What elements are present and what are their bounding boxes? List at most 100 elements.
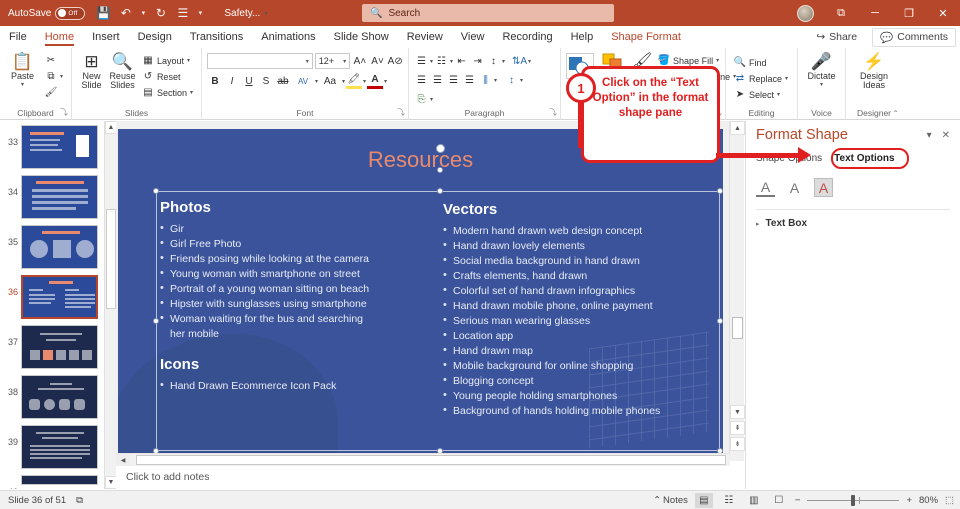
- scroll-down-icon[interactable]: ▼: [105, 476, 116, 489]
- copy-button[interactable]: ⧉ ▾: [42, 69, 66, 84]
- thumbnail-slide-33[interactable]: 33: [0, 121, 116, 171]
- layout-button[interactable]: ▦ Layout ▾: [139, 53, 196, 68]
- zoom-out-button[interactable]: −: [795, 495, 801, 506]
- chevron-down-icon[interactable]: ▾: [716, 57, 719, 64]
- ribbon-display-options-icon[interactable]: ⧉: [824, 0, 858, 26]
- section-button[interactable]: ▤ Section ▾: [139, 85, 196, 100]
- reset-button[interactable]: ↺ Reset: [139, 69, 196, 84]
- next-slide-icon[interactable]: ⇟: [730, 437, 745, 451]
- chevron-down-icon[interactable]: ▾: [342, 78, 345, 85]
- thumbnail-slide-36[interactable]: 36: [0, 271, 116, 321]
- align-center-button[interactable]: ☰: [430, 73, 445, 88]
- chevron-down-icon[interactable]: ▾: [494, 77, 497, 84]
- zoom-slider[interactable]: [807, 494, 900, 506]
- shrink-font-button[interactable]: A˅: [370, 53, 386, 69]
- character-spacing-button[interactable]: AV: [292, 73, 314, 89]
- pane-options-icon[interactable]: ▾: [927, 130, 932, 141]
- thumbnail-slide-34[interactable]: 34: [0, 171, 116, 221]
- undo-dropdown-icon[interactable]: ▾: [137, 3, 149, 24]
- chevron-down-icon[interactable]: ▾: [430, 96, 433, 103]
- thumbnail-slide-40[interactable]: 40: [0, 471, 116, 489]
- line-spacing-button[interactable]: ↕: [486, 54, 501, 69]
- strikethrough-button[interactable]: ab: [275, 73, 291, 89]
- view-slide-sorter-button[interactable]: ☷: [720, 493, 738, 508]
- bold-button[interactable]: B: [207, 73, 223, 89]
- slide-scrollbar-thumb[interactable]: [732, 317, 743, 339]
- slide-edit-area[interactable]: Resources Photos Gir Girl Free Photo Fri…: [116, 121, 745, 461]
- maximize-icon[interactable]: ❐: [892, 0, 926, 26]
- thumbnail-slide-39[interactable]: 39: [0, 421, 116, 471]
- view-slideshow-button[interactable]: ☐: [770, 493, 788, 508]
- view-normal-button[interactable]: ▤: [694, 492, 713, 508]
- convert-to-smartart-button[interactable]: ⎘: [414, 92, 429, 107]
- align-text-button[interactable]: ↕: [504, 73, 519, 88]
- font-color-button[interactable]: A: [367, 73, 384, 89]
- tab-animations[interactable]: Animations: [252, 29, 324, 45]
- redo-icon[interactable]: ↻: [150, 3, 171, 24]
- search-input[interactable]: 🔍 Search: [362, 4, 614, 22]
- slide-thumbnail-pane[interactable]: 33 34 35 36 37 38 39 ▲ ▼: [0, 121, 116, 489]
- horizontal-scrollbar-thumb[interactable]: [136, 455, 726, 465]
- font-size-input[interactable]: 12+ ▾: [314, 53, 351, 69]
- slide-left-column[interactable]: Photos Gir Girl Free Photo Friends posin…: [160, 199, 450, 394]
- scroll-up-icon[interactable]: ▲: [730, 121, 745, 135]
- expand-icon[interactable]: ▸: [756, 220, 760, 228]
- autosave-toggle[interactable]: Off: [55, 6, 86, 20]
- scroll-up-icon[interactable]: ▲: [105, 121, 116, 134]
- chevron-down-icon[interactable]: ▾: [187, 57, 190, 64]
- tab-home[interactable]: Home: [36, 29, 83, 46]
- chevron-down-icon[interactable]: ▾: [306, 58, 309, 65]
- section-text-box[interactable]: ▸ Text Box: [756, 218, 950, 229]
- accessibility-icon[interactable]: ⧉: [76, 495, 83, 506]
- chevron-down-icon[interactable]: ▾: [264, 10, 267, 17]
- paste-button[interactable]: 📋 Paste ▾: [5, 51, 40, 89]
- text-highlight-button[interactable]: 🖍: [346, 73, 363, 89]
- slide-vertical-scrollbar[interactable]: ▲ ▼ ⇞ ⇟: [729, 121, 745, 461]
- chevron-down-icon[interactable]: ▾: [520, 77, 523, 84]
- align-left-button[interactable]: ☰: [414, 73, 429, 88]
- selection-handle-top-center[interactable]: [437, 188, 443, 194]
- align-right-button[interactable]: ☰: [446, 73, 461, 88]
- bullets-button[interactable]: ☰: [414, 54, 429, 69]
- numbering-button[interactable]: ☷: [434, 54, 449, 69]
- fit-to-window-button[interactable]: ⬚: [945, 495, 954, 506]
- text-effects-icon[interactable]: A: [785, 178, 804, 197]
- slide-canvas[interactable]: Resources Photos Gir Girl Free Photo Fri…: [118, 129, 723, 454]
- tab-insert[interactable]: Insert: [83, 29, 129, 45]
- start-presentation-icon[interactable]: ☰: [172, 3, 193, 24]
- clipboard-dialog-launcher-icon[interactable]: ⤵: [60, 107, 68, 118]
- thumbnail-scrollbar[interactable]: ▲ ▼: [104, 121, 116, 489]
- selection-handle-top-right[interactable]: [717, 188, 723, 194]
- chevron-down-icon[interactable]: ▾: [430, 58, 433, 65]
- increase-indent-button[interactable]: ⇥: [470, 54, 485, 69]
- text-fill-outline-icon[interactable]: A: [756, 178, 775, 197]
- zoom-in-button[interactable]: +: [906, 495, 912, 506]
- reuse-slides-button[interactable]: 🔍 Reuse Slides: [108, 51, 137, 91]
- replace-button[interactable]: ⇄ Replace ▾: [731, 71, 792, 86]
- chevron-down-icon[interactable]: ▾: [343, 58, 346, 65]
- tab-file[interactable]: File: [0, 29, 36, 45]
- selection-handle-top-left[interactable]: [153, 188, 159, 194]
- dictate-button[interactable]: 🎤 Dictate ▾: [803, 51, 840, 89]
- comments-button[interactable]: 💬 Comments: [872, 27, 956, 47]
- document-name[interactable]: Safety... ▾: [224, 8, 267, 19]
- textbox-layout-icon[interactable]: A: [814, 178, 833, 197]
- tab-transitions[interactable]: Transitions: [181, 29, 252, 45]
- cut-button[interactable]: ✂: [42, 53, 66, 68]
- previous-slide-icon[interactable]: ⇞: [730, 421, 745, 435]
- tab-shape-format[interactable]: Shape Format: [602, 29, 690, 45]
- customize-qat-icon[interactable]: ▾: [194, 3, 206, 24]
- format-painter-button[interactable]: 🖌: [42, 85, 66, 100]
- save-icon[interactable]: 💾: [93, 3, 114, 24]
- tab-help[interactable]: Help: [562, 29, 603, 45]
- find-button[interactable]: 🔍 Find: [731, 55, 792, 70]
- justify-button[interactable]: ☰: [462, 73, 477, 88]
- tab-recording[interactable]: Recording: [493, 29, 561, 45]
- chevron-down-icon[interactable]: ▾: [528, 58, 531, 65]
- columns-button[interactable]: ⫼: [478, 73, 493, 88]
- change-case-button[interactable]: Aa: [319, 73, 341, 89]
- italic-button[interactable]: I: [224, 73, 240, 89]
- selection-handle-middle-right[interactable]: [717, 318, 723, 324]
- autosave-control[interactable]: AutoSave Off: [8, 6, 86, 20]
- clear-formatting-button[interactable]: A⊘: [387, 53, 403, 69]
